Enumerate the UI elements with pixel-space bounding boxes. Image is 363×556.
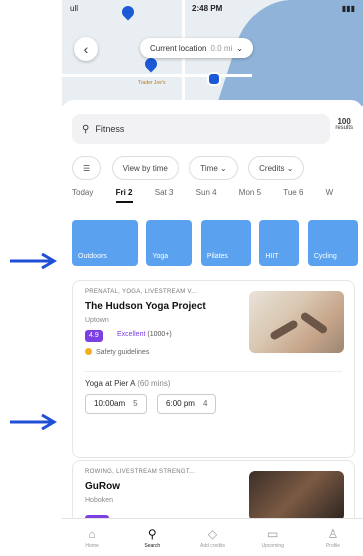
filter-time[interactable]: Time ⌄ [189, 156, 238, 180]
tag-icon: ◇ [207, 527, 218, 541]
category-tile-hiit[interactable]: HIIT [259, 220, 300, 266]
divider [85, 371, 342, 372]
tab-label: Upcoming [261, 543, 284, 549]
person-icon: ♙ [327, 527, 339, 541]
studio-neighborhood: Uptown [85, 317, 109, 324]
chip-label: Time [200, 163, 218, 173]
chip-label: Credits [259, 163, 285, 173]
tab-upcoming[interactable]: ▭ Upcoming [243, 519, 303, 556]
map-poi-label: Trader Joe's [138, 80, 166, 86]
result-count-label: results [335, 125, 353, 131]
time-slot-button[interactable]: 10:00am 5 [85, 393, 147, 414]
day-tab-selected[interactable]: Fri 2 [115, 188, 133, 203]
filter-settings-button[interactable]: ☰ [72, 156, 102, 180]
rating-badge: 4.9 [85, 330, 103, 342]
status-bar: ull 2:48 PM ▮▮▮ [62, 4, 363, 18]
category-tile-pilates[interactable]: Pilates [200, 220, 251, 266]
tab-add-credits[interactable]: ◇ Add credits [182, 519, 242, 556]
tab-profile[interactable]: ♙ Profile [303, 519, 363, 556]
day-tab[interactable]: Mon 5 [239, 188, 261, 197]
studio-card[interactable]: PRENATAL, YOGA, LIVESTREAM V... The Huds… [72, 280, 355, 458]
search-icon: ⚲ [82, 123, 90, 135]
time-slot-credits: 5 [133, 399, 138, 408]
day-selector: Today Fri 2 Sat 3 Sun 4 Mon 5 Tue 6 W [72, 188, 363, 208]
search-icon: ⚲ [147, 527, 157, 541]
chevron-down-icon: ⌄ [220, 163, 227, 173]
rating-count: (1000+) [147, 331, 172, 338]
time-slot-time: 10:00am [94, 399, 126, 408]
day-tab[interactable]: Tue 6 [283, 188, 303, 197]
location-label: Current location [150, 43, 207, 53]
carrier-text: ull [70, 4, 79, 13]
studio-title[interactable]: The Hudson Yoga Project [85, 301, 206, 312]
studio-categories: ROWING, LIVESTREAM STRENGT... [85, 469, 196, 475]
time-slot-button[interactable]: 6:00 pm 4 [157, 393, 217, 414]
studio-photo[interactable] [249, 291, 344, 353]
chevron-left-icon: ‹ [83, 41, 89, 57]
filter-credits[interactable]: Credits ⌄ [248, 156, 305, 180]
map-road [62, 74, 252, 77]
filter-view-by-time[interactable]: View by time [111, 156, 179, 180]
safety-icon [85, 348, 92, 355]
session-title: Yoga at Pier A (60 mins) [85, 379, 171, 388]
rating-text: Excellent (1000+) [117, 331, 172, 338]
tab-bar: ⌂ Home ⚲ Search ◇ Add credits ▭ Upcoming… [62, 518, 363, 556]
day-tab[interactable]: Sun 4 [196, 188, 217, 197]
studio-photo[interactable] [249, 471, 344, 521]
studio-categories: PRENATAL, YOGA, LIVESTREAM V... [85, 289, 198, 295]
tab-label: Search [144, 543, 161, 549]
current-location-dot-icon [207, 72, 221, 86]
result-count-value: 100 [337, 117, 351, 126]
status-time: 2:48 PM [192, 4, 223, 13]
phone-screen: Trader Joe's ull 2:48 PM ▮▮▮ ‹ Current l… [62, 0, 363, 556]
category-tile-outdoors[interactable]: Outdoors [72, 220, 138, 266]
map-pin-icon[interactable] [142, 55, 160, 73]
chevron-down-icon: ⌄ [236, 43, 243, 53]
safety-guidelines-link[interactable]: Safety guidelines [85, 348, 149, 356]
studio-neighborhood: Hoboken [85, 497, 114, 504]
photo-figure [299, 311, 329, 335]
photo-figure [269, 319, 299, 341]
sliders-icon: ☰ [83, 163, 91, 173]
session-name: Yoga at Pier A [85, 379, 135, 388]
day-tab[interactable]: Today [72, 188, 93, 197]
filter-chips: ☰ View by time Time ⌄ Credits ⌄ [72, 156, 363, 180]
category-tile-cycling[interactable]: Cycling [307, 220, 358, 266]
battery-icon: ▮▮▮ [341, 4, 355, 13]
rating-label: Excellent [117, 331, 146, 338]
category-tile-yoga[interactable]: Yoga [146, 220, 193, 266]
category-tiles: Outdoors Yoga Pilates HIIT Cycling [72, 220, 363, 268]
location-distance: 0.0 mi [210, 43, 233, 53]
home-icon: ⌂ [88, 527, 96, 541]
tab-label: Home [85, 543, 99, 549]
map-view[interactable]: Trader Joe's ull 2:48 PM ▮▮▮ ‹ Current l… [62, 0, 363, 106]
search-query: Fitness [95, 124, 125, 134]
calendar-icon: ▭ [267, 527, 279, 541]
back-button[interactable]: ‹ [74, 37, 98, 61]
time-slot-time: 6:00 pm [166, 399, 195, 408]
session-duration: (60 mins) [137, 379, 171, 388]
tab-home[interactable]: ⌂ Home [62, 519, 122, 556]
time-slots: 10:00am 5 6:00 pm 4 [85, 393, 222, 414]
annotation-arrow-session [10, 414, 57, 430]
search-input[interactable]: ⚲ Fitness [72, 114, 330, 144]
location-selector[interactable]: Current location 0.0 mi ⌄ [140, 38, 253, 58]
tab-label: Add credits [200, 543, 226, 549]
day-tab[interactable]: Sat 3 [155, 188, 174, 197]
tab-search[interactable]: ⚲ Search [122, 519, 182, 556]
annotation-arrow-categories [10, 253, 57, 269]
result-count: 100 results [335, 118, 353, 132]
chevron-down-icon: ⌄ [286, 163, 294, 173]
safety-label: Safety guidelines [96, 349, 150, 356]
tab-label: Profile [325, 543, 340, 549]
day-tab[interactable]: W [326, 188, 334, 197]
time-slot-credits: 4 [202, 399, 208, 408]
chip-label: View by time [122, 163, 168, 173]
results-sheet: ⚲ Fitness 100 results ☰ View by time Tim… [62, 100, 363, 532]
studio-title[interactable]: GuRow [85, 481, 120, 492]
